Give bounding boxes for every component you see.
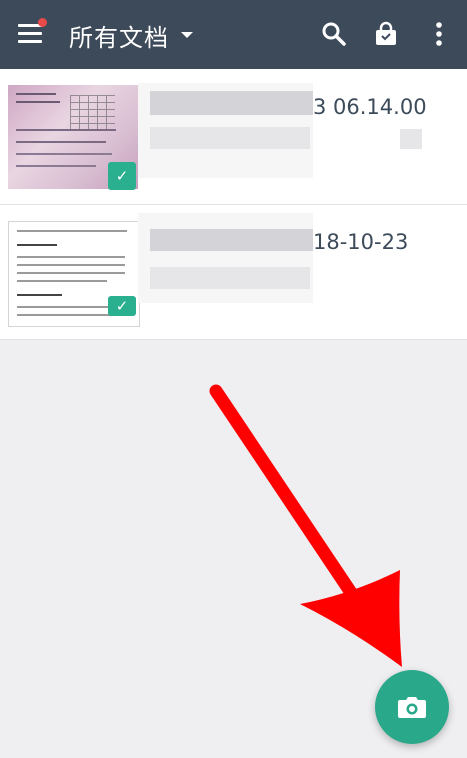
camera-button[interactable] xyxy=(375,670,449,744)
camera-icon xyxy=(398,697,426,718)
red-arrow-annotation xyxy=(209,384,402,667)
